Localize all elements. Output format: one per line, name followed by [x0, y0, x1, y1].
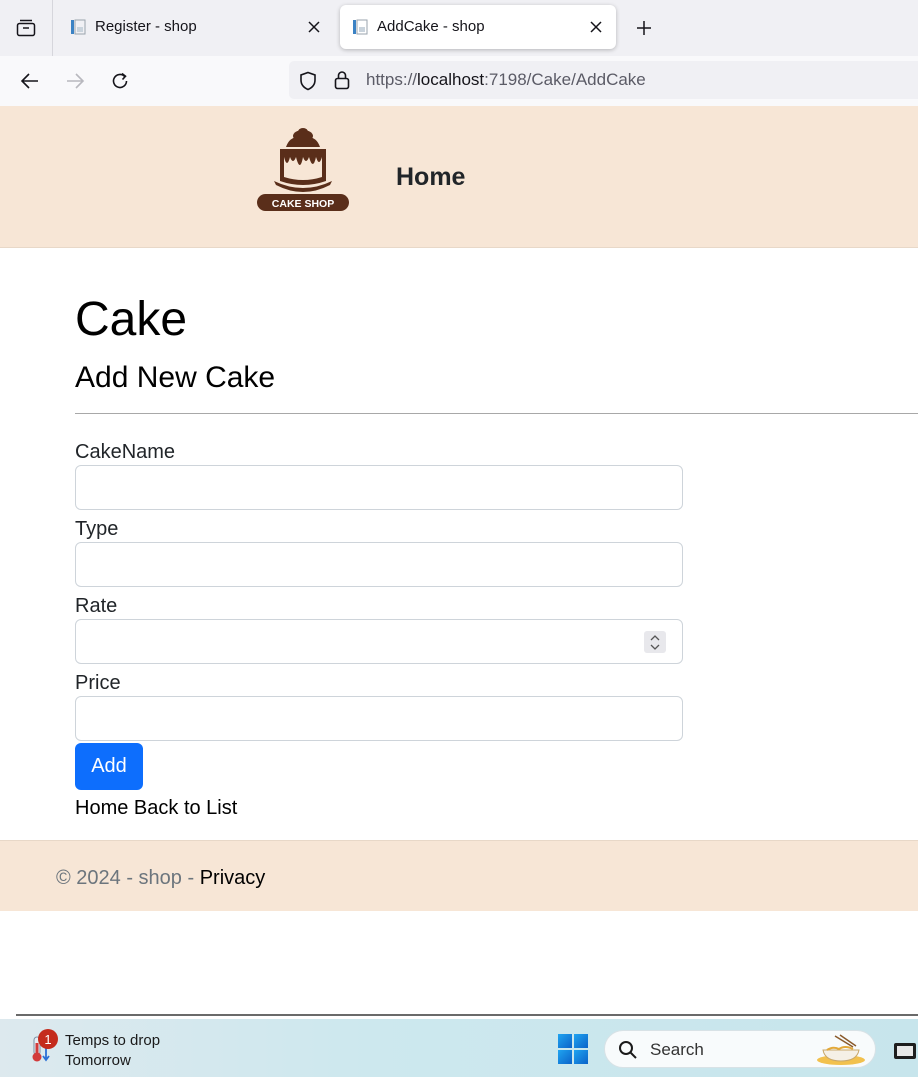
taskbar-search[interactable]: Search — [604, 1030, 876, 1068]
home-link[interactable]: Home — [75, 797, 128, 819]
tab-title: Register - shop — [95, 18, 197, 35]
site-header: CAKE SHOP Home — [0, 106, 918, 248]
browser-tab-bar: Register - shop AddCake - shop — [0, 0, 918, 56]
tab-register[interactable]: Register - shop — [58, 5, 334, 49]
price-input[interactable] — [75, 696, 683, 741]
reload-button[interactable] — [107, 68, 133, 94]
app-icon[interactable] — [892, 1041, 918, 1061]
tab-list-button[interactable] — [0, 0, 53, 56]
new-tab-button[interactable] — [630, 14, 658, 42]
weather-line2: Tomorrow — [65, 1052, 131, 1069]
url-text: https://localhost:7198/Cake/AddCake — [366, 70, 646, 89]
chevron-up-icon[interactable] — [650, 634, 660, 641]
chevron-down-icon[interactable] — [650, 644, 660, 650]
reload-icon — [112, 72, 128, 89]
weather-line1: Temps to drop — [65, 1032, 161, 1049]
search-placeholder: Search — [650, 1040, 704, 1059]
tab-list-icon — [16, 19, 36, 37]
arrow-right-icon — [67, 73, 85, 89]
browser-nav-bar: https://localhost:7198/Cake/AddCake — [0, 56, 918, 107]
lock-icon[interactable] — [333, 70, 351, 90]
rate-label: Rate — [75, 595, 118, 617]
close-tab-icon[interactable] — [304, 17, 324, 37]
forward-button[interactable] — [62, 68, 88, 94]
cake-shop-logo[interactable]: CAKE SHOP — [256, 123, 350, 215]
notification-badge: 1 — [38, 1029, 58, 1049]
footer-text: © 2024 - shop - Privacy — [56, 867, 265, 890]
window-border — [16, 1014, 918, 1016]
type-label: Type — [75, 518, 119, 540]
divider — [75, 413, 918, 414]
cakename-input[interactable] — [75, 465, 683, 510]
copyright-text: © 2024 - shop - — [56, 867, 200, 889]
rate-input[interactable] — [75, 619, 683, 664]
price-label: Price — [75, 672, 121, 694]
close-tab-icon[interactable] — [586, 17, 606, 37]
cake-logo-icon: CAKE SHOP — [257, 128, 349, 211]
weather-widget[interactable]: Temps to drop Tomorrow — [65, 1031, 160, 1071]
page-links: Home Back to List — [75, 796, 237, 820]
cakename-label: CakeName — [75, 441, 176, 463]
back-button[interactable] — [17, 68, 43, 94]
address-bar[interactable]: https://localhost:7198/Cake/AddCake — [289, 61, 918, 99]
windows-start-icon[interactable] — [558, 1034, 588, 1064]
page-title: Cake — [75, 293, 188, 346]
tab-title: AddCake - shop — [377, 18, 485, 35]
arrow-left-icon — [20, 73, 38, 89]
logo-text: CAKE SHOP — [272, 198, 334, 210]
noodle-bowl-icon — [817, 1034, 865, 1065]
privacy-link[interactable]: Privacy — [200, 867, 266, 889]
page-favicon-icon — [353, 19, 368, 35]
page-favicon-icon — [71, 19, 86, 35]
back-to-list-link[interactable]: Back to List — [134, 797, 237, 819]
number-spinner[interactable] — [644, 631, 666, 653]
site-footer: © 2024 - shop - Privacy — [0, 840, 918, 911]
plus-icon — [637, 21, 651, 35]
page-subtitle: Add New Cake — [75, 361, 276, 394]
type-input[interactable] — [75, 542, 683, 587]
tab-addcake[interactable]: AddCake - shop — [340, 5, 616, 49]
taskbar: 1 Temps to drop Tomorrow Search — [0, 1019, 918, 1077]
search-icon — [619, 1041, 637, 1059]
nav-home-link[interactable]: Home — [396, 163, 465, 192]
add-button[interactable]: Add — [75, 743, 143, 790]
shield-icon[interactable] — [299, 71, 317, 91]
